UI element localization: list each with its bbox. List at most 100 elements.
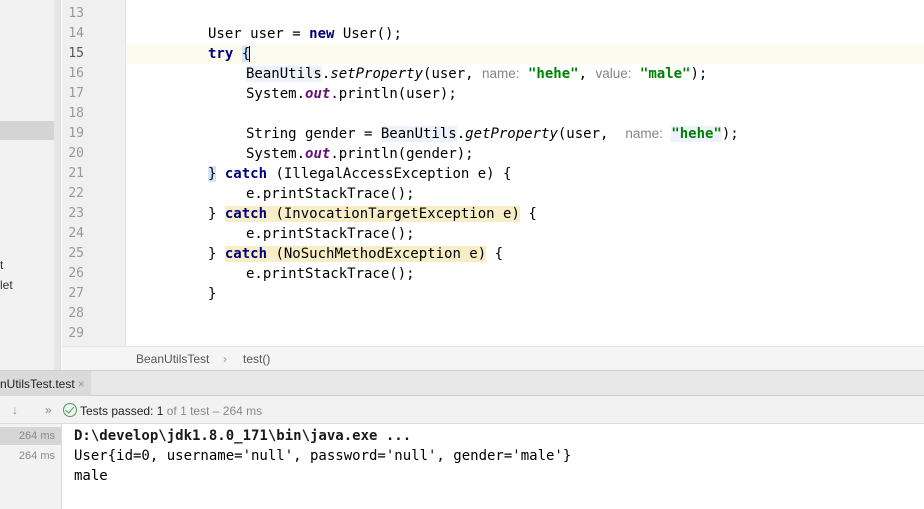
- token: System.: [246, 86, 306, 102]
- token: BeanUtils: [246, 66, 322, 82]
- token: BeanUtils: [380, 126, 457, 142]
- string-literal: "hehe": [671, 126, 722, 142]
- tree-item-fragment[interactable]: t: [0, 258, 3, 272]
- keyword: catch: [224, 246, 268, 262]
- token: user =: [241, 26, 310, 42]
- token: (user,: [557, 126, 626, 142]
- breadcrumb-separator: ›: [223, 352, 227, 366]
- code-line-15[interactable]: try {: [208, 44, 251, 64]
- token: {: [519, 206, 537, 222]
- console-line: male: [74, 468, 108, 484]
- method-call: getProperty: [465, 126, 558, 142]
- project-panel: t let: [0, 0, 61, 370]
- line-number: 20: [68, 146, 84, 161]
- line-number: 25: [68, 246, 84, 261]
- close-icon[interactable]: ×: [78, 377, 85, 391]
- static-field: out: [305, 86, 331, 102]
- console-line: User{id=0, username='null', password='nu…: [74, 448, 572, 464]
- token: (user,: [423, 66, 483, 82]
- code-line-23[interactable]: } catch (InvocationTargetException e) {: [208, 204, 537, 224]
- line-number: 24: [68, 226, 84, 241]
- matched-brace: }: [208, 166, 217, 182]
- line-number: 15: [68, 46, 84, 61]
- line-number: 19: [68, 126, 84, 141]
- unused-catch-warning: (NoSuchMethodException e): [267, 246, 487, 262]
- breadcrumb-class[interactable]: BeanUtilsTest: [136, 352, 209, 366]
- token: );: [690, 66, 708, 82]
- code-line-27[interactable]: }: [208, 284, 216, 304]
- token: e.printStackTrace();: [246, 226, 415, 242]
- token: {: [486, 246, 504, 262]
- string-literal: "male": [639, 66, 691, 82]
- line-number: 29: [68, 326, 84, 341]
- token: }: [208, 206, 225, 222]
- code-line-19[interactable]: String gender = BeanUtils.getProperty(us…: [246, 124, 739, 144]
- line-number: 22: [68, 186, 84, 201]
- console-line: D:\develop\jdk1.8.0_171\bin\java.exe ...: [74, 428, 412, 444]
- unused-catch-warning: (InvocationTargetException e): [267, 206, 520, 222]
- token: );: [721, 126, 739, 142]
- line-number: 18: [68, 106, 84, 121]
- line-number: 28: [68, 306, 84, 321]
- code-line-17[interactable]: System.out.println(user);: [246, 84, 457, 104]
- token: e.printStackTrace();: [246, 186, 415, 202]
- check-circle-icon: [63, 403, 77, 417]
- token: }: [208, 286, 217, 302]
- breadcrumb-method[interactable]: test(): [243, 352, 270, 366]
- selected-tree-row[interactable]: [0, 121, 54, 140]
- code-line-24[interactable]: e.printStackTrace();: [246, 224, 415, 244]
- test-results-tree: 264 ms 264 ms: [0, 424, 62, 509]
- console-output[interactable]: D:\develop\jdk1.8.0_171\bin\java.exe ...…: [62, 424, 924, 509]
- param-hint: name:: [482, 66, 520, 81]
- token: .println(gender);: [330, 146, 474, 162]
- code-line-26[interactable]: e.printStackTrace();: [246, 264, 415, 284]
- token: String gender =: [246, 126, 381, 142]
- test-status: Tests passed: 1 of 1 test – 264 ms: [80, 404, 262, 418]
- line-number: 21: [68, 166, 84, 181]
- token: e.printStackTrace();: [246, 266, 415, 282]
- keyword: catch: [224, 166, 268, 182]
- token: (IllegalAccessException e) {: [267, 166, 512, 182]
- run-tab-label: nUtilsTest.test: [0, 377, 75, 391]
- line-number: 17: [68, 86, 84, 101]
- line-number: 14: [68, 26, 84, 41]
- line-number: 26: [68, 266, 84, 281]
- arrow-down-icon[interactable]: ↓: [12, 403, 18, 417]
- code-line-25[interactable]: } catch (NoSuchMethodException e) {: [208, 244, 503, 264]
- run-tool-window-header: nUtilsTest.test ×: [0, 370, 924, 397]
- code-line-21[interactable]: } catch (IllegalAccessException e) {: [208, 164, 511, 184]
- project-scrollbar[interactable]: [54, 0, 60, 370]
- line-number-gutter: 13 14 15 16 17 18 19 20 21 22 23 24 25 2…: [62, 0, 126, 346]
- status-detail: of 1 test – 264 ms: [166, 404, 263, 418]
- passed-count: 1: [156, 404, 164, 418]
- param-hint: value:: [595, 66, 632, 81]
- code-line-14[interactable]: User user = new User();: [208, 24, 402, 44]
- token: User: [208, 26, 242, 42]
- expand-icon[interactable]: »: [45, 403, 52, 417]
- keyword: new: [309, 26, 335, 42]
- token: .println(user);: [330, 86, 457, 102]
- code-line-16[interactable]: BeanUtils.setProperty(user, name: "hehe"…: [246, 64, 707, 84]
- test-duration: 264 ms: [18, 430, 55, 442]
- token: System.: [246, 146, 306, 162]
- text-caret: [249, 46, 251, 62]
- param-hint: name:: [625, 126, 663, 141]
- token: ,: [578, 66, 596, 82]
- keyword: catch: [224, 206, 268, 222]
- code-line-22[interactable]: e.printStackTrace();: [246, 184, 415, 204]
- token: User();: [334, 26, 402, 42]
- keyword: try: [208, 46, 234, 62]
- static-field: out: [305, 146, 331, 162]
- status-label: Tests passed:: [80, 404, 154, 418]
- string-literal: "hehe": [528, 66, 579, 82]
- run-tab[interactable]: nUtilsTest.test ×: [0, 371, 91, 397]
- line-number: 23: [68, 206, 84, 221]
- line-number: 13: [68, 6, 84, 21]
- line-number: 16: [68, 66, 84, 81]
- tree-item-fragment[interactable]: let: [0, 278, 13, 292]
- code-line-20[interactable]: System.out.println(gender);: [246, 144, 474, 164]
- test-runner-toolbar: ↓ » Tests passed: 1 of 1 test – 264 ms: [0, 396, 924, 424]
- method-call: setProperty: [330, 66, 424, 82]
- code-editor[interactable]: User user = new User(); try { BeanUtils.…: [127, 0, 924, 346]
- test-duration: 264 ms: [18, 450, 55, 462]
